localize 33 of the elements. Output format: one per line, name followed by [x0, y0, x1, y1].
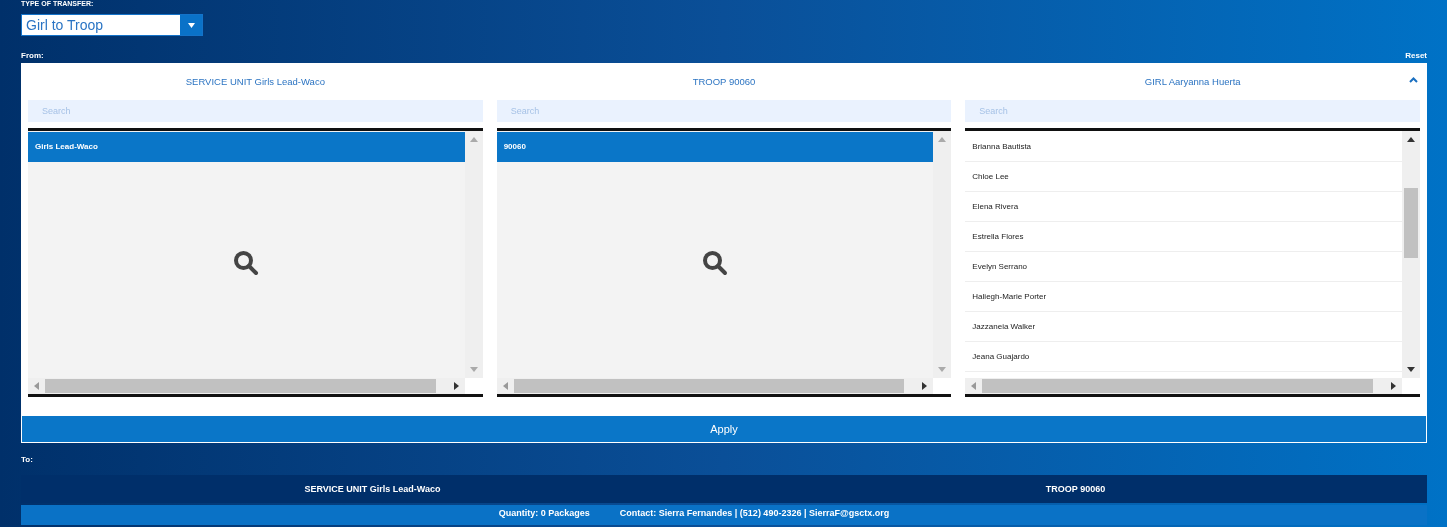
list-item[interactable]: Brianna Bautista [965, 132, 1402, 162]
list-item[interactable]: Girls Lead-Waco [28, 132, 465, 162]
vertical-scrollbar[interactable] [933, 131, 952, 378]
vertical-scrollbar[interactable] [1402, 131, 1420, 378]
list-item[interactable]: Haliegh-Marie Porter [965, 282, 1402, 312]
destination-text: SERVICE UNIT Girls Lead-Waco [303, 483, 442, 496]
horizontal-scrollbar[interactable] [496, 378, 934, 394]
apply-button[interactable]: Apply [21, 415, 1427, 443]
list-item[interactable]: Evelyn Serrano [965, 252, 1402, 282]
from-label: From: [21, 50, 44, 60]
to-label: To: [21, 453, 34, 466]
list-item[interactable]: 90060 [496, 132, 934, 162]
footer-text: Contact: Sierra Fernandes | (512) 490-2326 | SierraF@gsctx.org [619, 507, 890, 520]
caret-down-icon [187, 22, 195, 28]
column-header: SERVICE UNIT Girls Lead-Waco [185, 76, 325, 87]
list-item[interactable]: Estrella Flores [965, 222, 1402, 252]
search-icon [702, 250, 728, 276]
list-item[interactable]: Jazzaneia Walker [965, 312, 1402, 342]
list-item[interactable]: Jeana Guajardo [965, 342, 1402, 372]
column-header: TROOP 90060 [692, 76, 756, 87]
footer-text: Quantity: 0 Packages [498, 507, 590, 520]
column-header: GIRL Aaryanna Huerta [1144, 76, 1241, 87]
list-item[interactable]: Chloe Lee [965, 162, 1402, 192]
search-field[interactable]: Search [965, 100, 1420, 122]
search-field[interactable]: Search [496, 100, 952, 122]
reset-link[interactable]: Reset [1405, 50, 1427, 60]
transfer-type-dropdown[interactable]: Girl to Troop [21, 14, 203, 36]
horizontal-scrollbar[interactable] [965, 378, 1402, 394]
list-item[interactable]: Elena Rivera [965, 192, 1402, 222]
horizontal-scrollbar[interactable] [28, 378, 465, 394]
destination-text: TROOP 90060 [1044, 483, 1107, 496]
search-field[interactable]: Search [28, 100, 483, 122]
search-icon [233, 250, 260, 276]
